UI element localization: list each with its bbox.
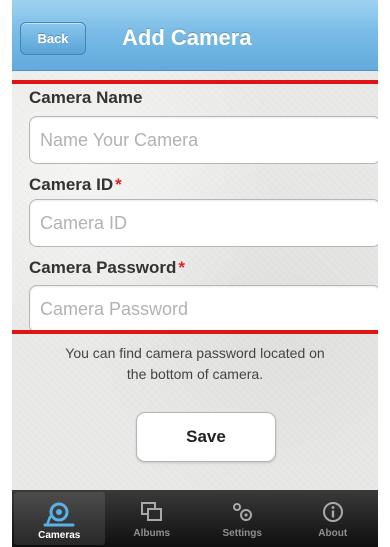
add-camera-form: Camera Name Camera ID* Camera Password*	[12, 80, 378, 336]
camera-icon	[41, 500, 77, 528]
tab-settings[interactable]: Settings	[197, 490, 288, 547]
camera-name-label: Camera Name	[29, 88, 142, 108]
camera-password-label-text: Camera Password	[29, 258, 177, 277]
tab-albums[interactable]: Albums	[107, 490, 198, 547]
albums-icon	[139, 498, 165, 526]
camera-id-field[interactable]	[29, 199, 378, 247]
tab-label: Settings	[222, 528, 262, 539]
camera-password-input[interactable]	[30, 286, 378, 332]
required-mark: *	[178, 258, 186, 277]
camera-password-label: Camera Password *	[29, 258, 185, 278]
camera-name-label-text: Camera Name	[29, 88, 143, 107]
tab-label: About	[318, 528, 348, 539]
navigation-bar: Back Add Camera	[12, 0, 378, 71]
camera-id-input[interactable]	[30, 200, 378, 246]
tab-bar: Cameras Albums Settings About	[12, 490, 378, 547]
tab-about[interactable]: About	[288, 490, 379, 547]
password-hint-line: the bottom of camera.	[126, 366, 264, 382]
app-screen: Back Add Camera Camera Name Camera ID* C…	[12, 0, 378, 547]
back-button[interactable]: Back	[20, 22, 86, 55]
camera-id-label: Camera ID *	[29, 175, 122, 195]
required-mark: *	[115, 175, 122, 194]
camera-name-field[interactable]	[29, 116, 378, 164]
tab-label: Albums	[133, 528, 171, 539]
tab-label: Cameras	[38, 530, 81, 541]
camera-id-label-text: Camera ID	[29, 175, 114, 194]
info-icon	[321, 498, 345, 526]
gears-icon	[228, 498, 256, 526]
password-hint-line: You can find camera password located on	[65, 345, 325, 361]
tab-cameras[interactable]: Cameras	[14, 492, 105, 545]
camera-password-field[interactable]	[29, 285, 378, 333]
save-button[interactable]: Save	[136, 412, 276, 462]
camera-name-input[interactable]	[30, 117, 378, 163]
page-title: Add Camera	[122, 25, 252, 50]
password-hint: You can find camera password located on …	[12, 343, 378, 385]
